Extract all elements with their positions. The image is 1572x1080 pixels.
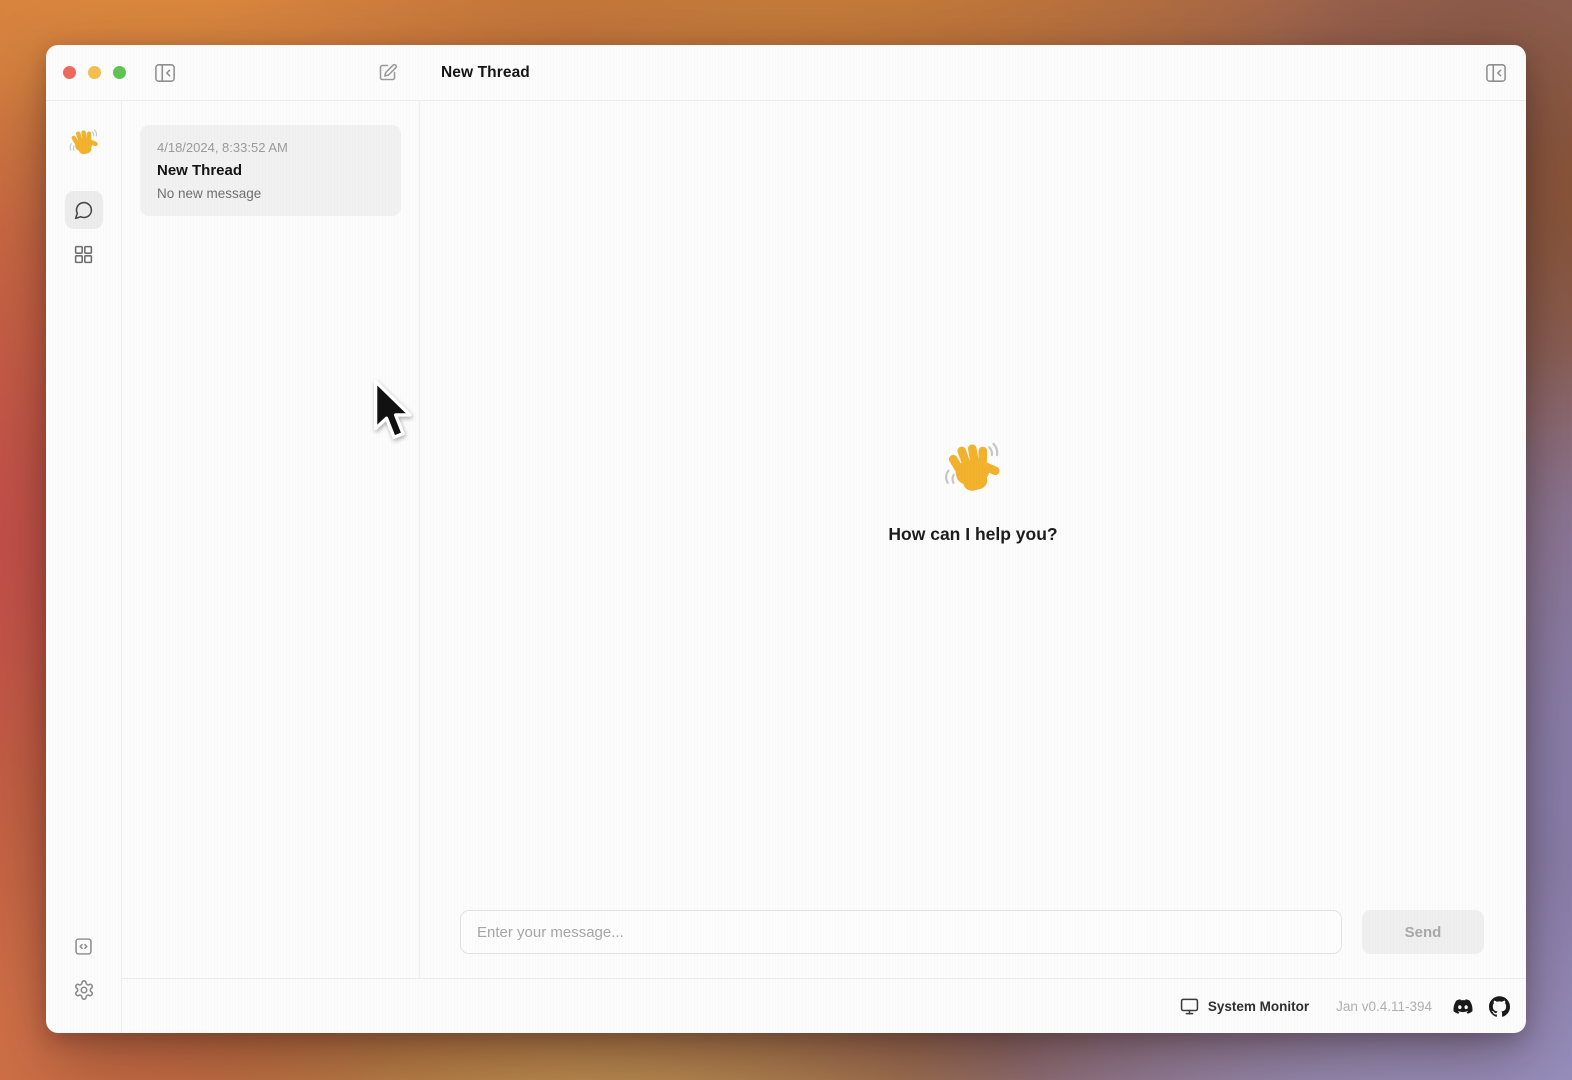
close-window-button[interactable] [63, 66, 76, 79]
status-footer: System Monitor Jan v0.4.11-394 [122, 978, 1526, 1033]
desktop-background: New Thread [0, 0, 1572, 1080]
collapse-left-panel-icon[interactable] [150, 59, 180, 87]
footer-social-links [1451, 996, 1510, 1017]
thread-list-item[interactable]: 4/18/2024, 8:33:52 AM New Thread No new … [140, 125, 401, 216]
page-title: New Thread [441, 64, 530, 82]
discord-icon[interactable] [1451, 997, 1475, 1016]
welcome-inner: How can I help you? [888, 438, 1057, 545]
minimize-window-button[interactable] [88, 66, 101, 79]
app-window: New Thread [46, 45, 1526, 1033]
titlebar-left-section [46, 58, 420, 87]
waving-hand-icon [942, 438, 1004, 500]
collapse-right-panel-icon[interactable] [1481, 59, 1511, 87]
monitor-icon [1180, 997, 1199, 1016]
chat-bubble-icon [73, 200, 94, 221]
message-composer: Send [420, 910, 1526, 978]
sidebar-item-local-api-server[interactable] [65, 927, 103, 965]
new-thread-pencil-icon[interactable] [373, 58, 402, 87]
app-body: 4/18/2024, 8:33:52 AM New Thread No new … [46, 101, 1526, 1033]
titlebar: New Thread [46, 45, 1526, 101]
thread-timestamp: 4/18/2024, 8:33:52 AM [157, 140, 384, 155]
sidebar-rail [46, 101, 122, 1033]
thread-title: New Thread [157, 162, 384, 179]
message-input[interactable] [460, 910, 1342, 954]
welcome-greeting: How can I help you? [888, 524, 1057, 545]
sidebar-item-settings[interactable] [65, 971, 103, 1009]
system-monitor-label: System Monitor [1208, 999, 1309, 1014]
thread-last-message: No new message [157, 186, 384, 201]
sidebar-item-hub[interactable] [65, 235, 103, 273]
sidebar-item-chat[interactable] [65, 191, 103, 229]
github-icon[interactable] [1489, 996, 1510, 1017]
app-logo-wave-icon [68, 127, 100, 159]
welcome-empty-state: How can I help you? [420, 101, 1526, 910]
settings-gear-icon [73, 979, 95, 1001]
chat-main-area: How can I help you? Send [420, 101, 1526, 978]
app-version-label: Jan v0.4.11-394 [1336, 999, 1432, 1014]
system-monitor-button[interactable]: System Monitor [1180, 997, 1309, 1016]
send-button[interactable]: Send [1362, 910, 1484, 954]
traffic-lights [63, 66, 126, 79]
content-wrap: 4/18/2024, 8:33:52 AM New Thread No new … [122, 101, 1526, 1033]
zoom-window-button[interactable] [113, 66, 126, 79]
thread-list-panel: 4/18/2024, 8:33:52 AM New Thread No new … [122, 101, 420, 978]
content-row: 4/18/2024, 8:33:52 AM New Thread No new … [122, 101, 1526, 978]
code-square-icon [73, 936, 94, 957]
grid-icon [73, 244, 94, 265]
